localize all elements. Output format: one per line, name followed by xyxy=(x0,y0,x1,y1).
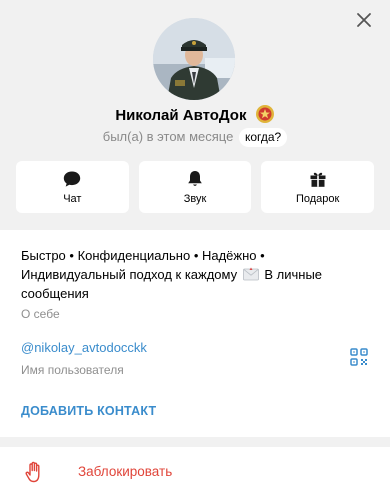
bio-label: О себе xyxy=(21,307,60,321)
username-label: Имя пользователя xyxy=(21,363,124,377)
close-icon[interactable] xyxy=(354,10,374,30)
action-buttons: Чат Звук Подарок xyxy=(16,161,375,213)
block-user-button[interactable]: Заблокировать xyxy=(0,447,390,503)
gift-icon xyxy=(310,172,326,187)
profile-name: Николай АвтоДок xyxy=(115,107,247,124)
chat-button-label: Чат xyxy=(63,193,82,205)
last-seen-row: был(а) в этом месяце когда? xyxy=(0,127,390,147)
avatar-image xyxy=(153,18,235,100)
qr-code-icon[interactable] xyxy=(350,348,368,366)
bio-text: Быстро • Конфиденциально • Надёжно • Инд… xyxy=(21,246,371,303)
profile-name-row: Николай АвтоДок xyxy=(0,104,390,127)
gift-button[interactable]: Подарок xyxy=(261,161,375,213)
avatar[interactable] xyxy=(153,18,235,100)
sound-button[interactable]: Звук xyxy=(138,161,252,213)
when-button[interactable]: когда? xyxy=(238,128,288,147)
police-badge-icon xyxy=(255,105,274,123)
gift-button-label: Подарок xyxy=(295,193,340,205)
block-user-label: Заблокировать xyxy=(78,464,173,479)
profile-header: Николай АвтоДок был(а) в этом месяце ког… xyxy=(0,0,390,230)
chat-button[interactable]: Чат xyxy=(16,161,129,213)
sound-button-label: Звук xyxy=(183,193,207,205)
username-link[interactable]: @nikolay_avtodocckk xyxy=(21,340,147,355)
profile-info-section: Быстро • Конфиденциально • Надёжно • Инд… xyxy=(0,230,390,437)
last-seen-text: был(а) в этом месяце xyxy=(102,129,234,144)
hand-stop-icon xyxy=(25,461,40,483)
bell-icon xyxy=(188,171,202,186)
bio-text-part1: Быстро • Конфиденциально • Надёжно • Инд… xyxy=(21,248,265,282)
envelope-icon xyxy=(242,267,259,281)
add-contact-button[interactable]: ДОБАВИТЬ КОНТАКТ xyxy=(21,404,156,418)
chat-icon xyxy=(64,171,81,187)
